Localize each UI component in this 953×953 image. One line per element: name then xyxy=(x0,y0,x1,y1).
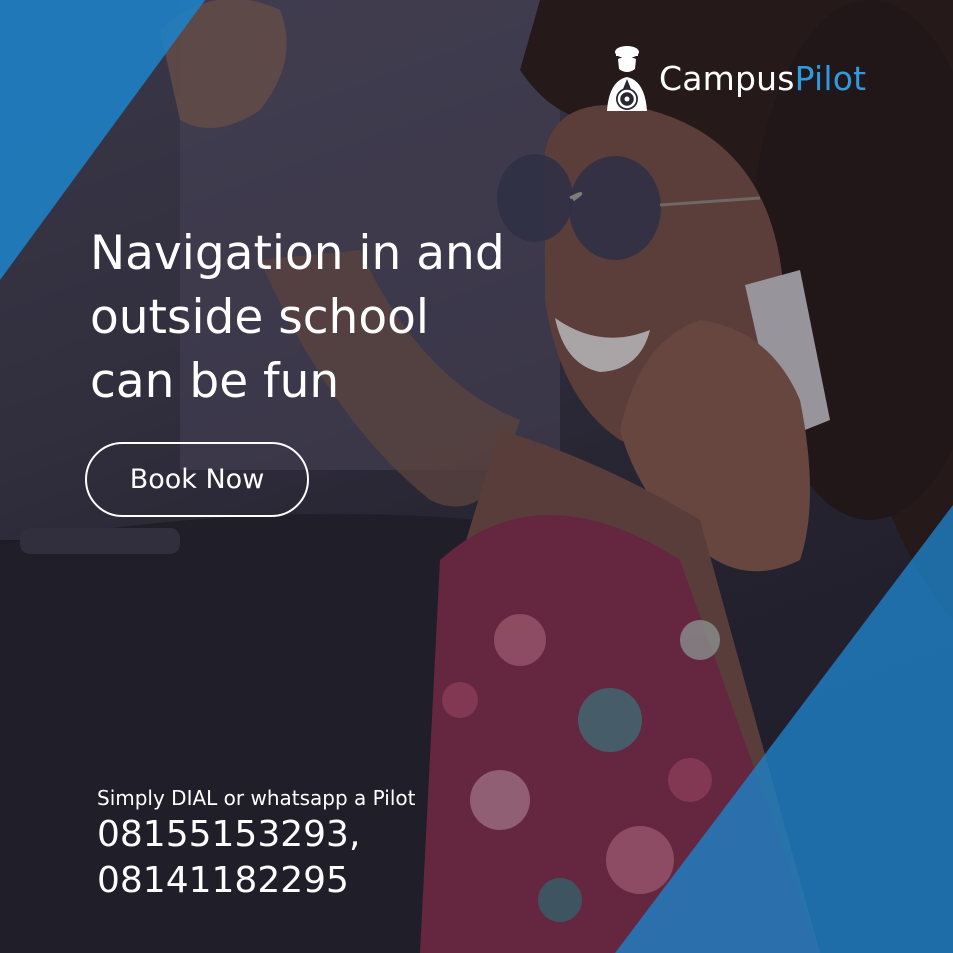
headline-line-3: can be fun xyxy=(90,354,340,409)
chauffeur-steering-wheel-icon xyxy=(607,46,647,111)
headline-line-1: Navigation in and xyxy=(90,226,505,281)
headline-line-2: outside school xyxy=(90,290,429,345)
promo-banner: CampusPilot Navigation in and outside sc… xyxy=(0,0,953,953)
brand-logo[interactable]: CampusPilot xyxy=(603,42,866,114)
contact-intro: Simply DIAL or whatsapp a Pilot xyxy=(97,786,416,810)
brand-name: CampusPilot xyxy=(659,59,866,98)
book-now-button[interactable]: Book Now xyxy=(85,442,309,517)
phone-number[interactable]: 08155153293, xyxy=(97,812,415,858)
brand-name-part2: Pilot xyxy=(794,58,867,98)
phone-number[interactable]: 08141182295 xyxy=(97,858,415,904)
headline: Navigation in and outside school can be … xyxy=(90,222,560,414)
contact-block: Simply DIAL or whatsapp a Pilot 08155153… xyxy=(97,784,415,904)
brand-name-part1: Campus xyxy=(659,58,795,98)
